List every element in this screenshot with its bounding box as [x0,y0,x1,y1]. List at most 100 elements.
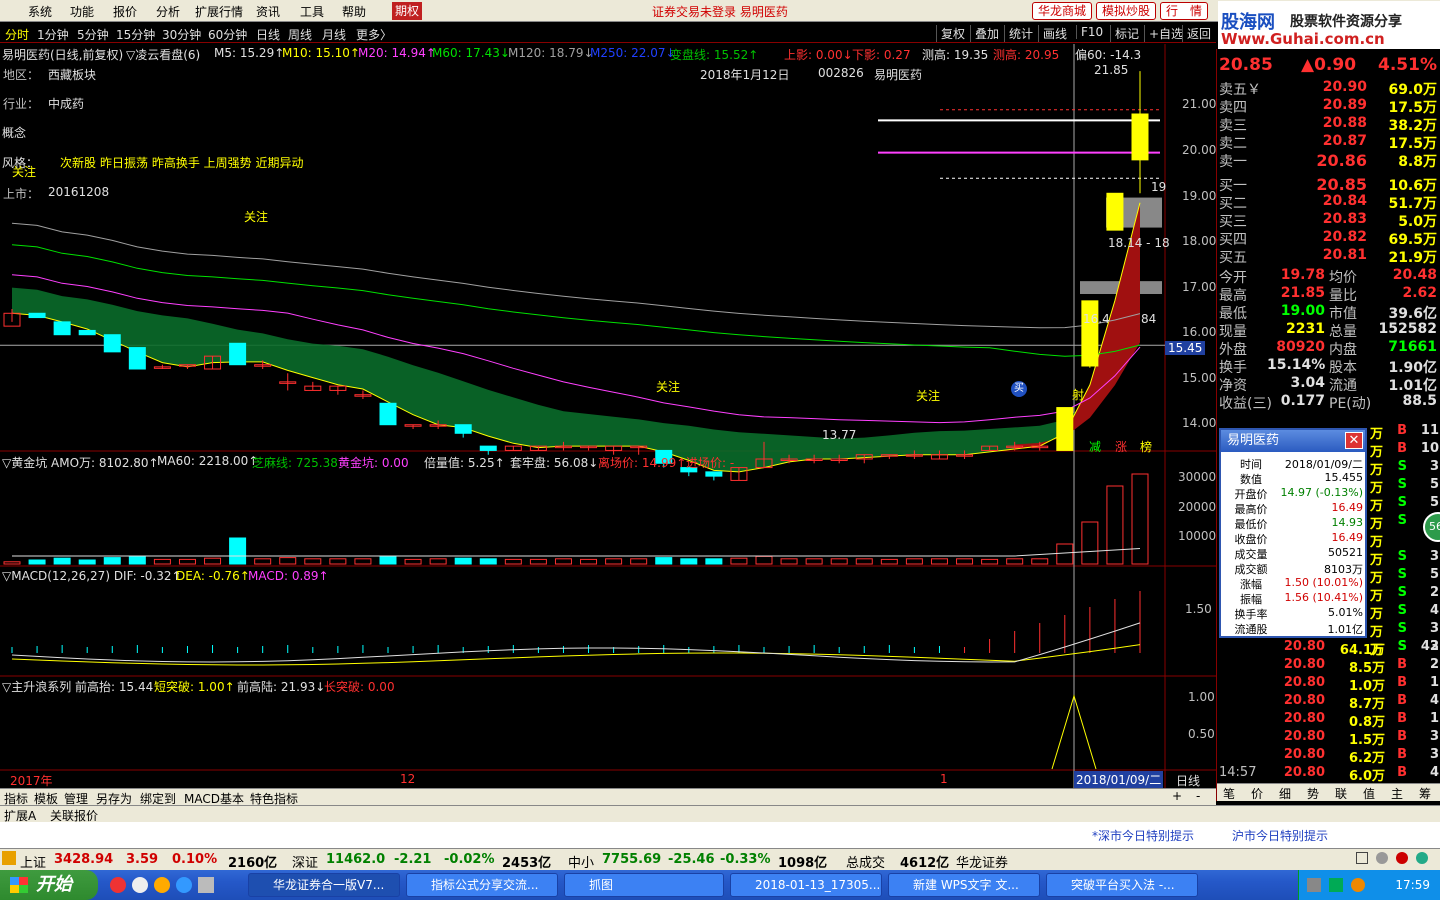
window-icon[interactable] [1356,852,1368,864]
ask-row[interactable]: 卖一 20.86 8.8万 [1217,151,1440,170]
bid-row[interactable]: 买五 20.81 21.9万 [1217,247,1440,266]
settings-icon[interactable] [1376,852,1388,864]
menu-info[interactable]: 资讯 [256,3,280,20]
zoom-in-icon[interactable]: + [1172,789,1182,803]
period-60min[interactable]: 60分钟 [208,26,247,43]
menu-analysis[interactable]: 分析 [156,3,180,20]
rise-label: 涨 [1115,440,1128,454]
task-breakout[interactable]: 突破平台买入法 -... [1046,873,1198,897]
close-icon[interactable]: ✕ [1345,432,1363,449]
popup-key: 成交量 [1234,548,1268,561]
tab-value[interactable]: 值 [1363,785,1375,802]
price-tick: 17.00 [1182,280,1217,294]
market-button[interactable]: 行 情 [1160,2,1209,20]
tab-detail[interactable]: 细 [1279,785,1291,802]
sz-notice[interactable]: *深市今日特别提示 [1092,827,1194,844]
mall-button[interactable]: 华龙商城 [1032,2,1093,20]
sme-label[interactable]: 中小 [568,852,594,871]
back-button[interactable]: 返回 [1182,25,1211,42]
menu-help[interactable]: 帮助 [342,3,366,20]
tick-row[interactable]: 20.80 1.5万 B 3 [1217,729,1440,748]
task-hualong[interactable]: 华龙证券合一版V7... [248,873,400,897]
volume-bar [981,558,999,565]
side-tick-unit: 万 [1369,463,1383,478]
period-intraday[interactable]: 分时 [5,26,29,43]
indicator-name[interactable]: ▽凌云看盘(6) [126,46,200,63]
menu-function[interactable]: 功能 [70,3,94,20]
ask-row[interactable]: 卖二 20.87 17.5万 [1217,133,1440,152]
bid-row[interactable]: 买二 20.84 51.7万 [1217,193,1440,212]
tab-main[interactable]: 主 [1391,785,1403,802]
tab-trend[interactable]: 势 [1307,785,1319,802]
sh-label[interactable]: 上证 [20,852,46,871]
chrome-icon[interactable] [110,877,126,893]
tick-row[interactable]: 20.80 8.5万 B 2 [1217,657,1440,676]
ask-volume: 17.5万 [1388,100,1437,116]
task-wps[interactable]: 新建 WPS文字 文... [888,873,1040,897]
bid-label: 买四 [1219,232,1247,248]
browser-icon[interactable] [154,877,170,893]
add-watchlist-button[interactable]: +自选 [1144,25,1183,42]
task-image[interactable]: 2018-01-13_17305... [730,873,882,897]
draw-button[interactable]: 画线 [1038,25,1067,42]
network-icon[interactable] [1351,878,1365,892]
period-more[interactable]: 更多〉 [356,26,392,43]
tool-icon[interactable] [198,877,214,893]
side-tick-unit: 万 [1369,643,1383,658]
shield-icon[interactable] [1329,878,1343,892]
media-icon[interactable] [132,877,148,893]
tick-row[interactable]: 20.80 8.7万 B 4 [1217,693,1440,712]
period-daily[interactable]: 日线 [256,26,280,43]
sz-label[interactable]: 深证 [292,852,318,871]
menu-tools[interactable]: 工具 [300,3,324,20]
alert-icon[interactable] [1396,852,1408,864]
bid-row[interactable]: 买四 20.82 69.5万 [1217,229,1440,248]
mark-button[interactable]: 标记 [1110,25,1139,42]
period-5min[interactable]: 5分钟 [77,26,109,43]
sh-notice[interactable]: 沪市今日特别提示 [1232,827,1328,844]
period-1min[interactable]: 1分钟 [37,26,69,43]
menu-system[interactable]: 系统 [28,3,52,20]
tab-tick[interactable]: 笔 [1223,785,1235,802]
period-30min[interactable]: 30分钟 [162,26,201,43]
tick-row[interactable]: 20.80 6.2万 B 3 [1217,747,1440,766]
tick-side: B [1397,711,1407,726]
menu-options[interactable]: 期权 [392,2,422,20]
tick-row[interactable]: 14:57 20.80 6.0万 B 4 [1217,765,1440,784]
data-popup[interactable]: 易明医药 ✕ 时间 2018/01/09/二 数值 15.455 开盘价 14.97 (-0… [1219,428,1367,638]
sme-amount: 1098亿 [778,856,828,871]
period-monthly[interactable]: 月线 [322,26,346,43]
period-15min[interactable]: 15分钟 [116,26,155,43]
tab-chips[interactable]: 筹 [1419,785,1431,802]
cursor-price-tag: 15.45 [1165,341,1206,355]
volume-bar [178,558,196,565]
tab-linked[interactable]: 联 [1335,785,1347,802]
popup-key: 流通股 [1234,623,1268,636]
f10-button[interactable]: F10 [1076,25,1103,39]
task-formula[interactable]: 指标公式分享交流... [406,873,558,897]
period-weekly[interactable]: 周线 [288,26,312,43]
task-capture[interactable]: 抓图 [564,873,724,897]
ask-row[interactable]: 卖四 20.89 17.5万 [1217,97,1440,116]
connect-icon[interactable] [1416,852,1428,864]
windows-logo-icon [10,877,28,893]
zoom-out-icon[interactable]: - [1196,789,1200,803]
restore-right-button[interactable]: 复权 [936,25,965,42]
cursor-date: 2018/01/09/二 [1074,771,1164,788]
overlay-button[interactable]: 叠加 [970,25,999,42]
amo-header: ▽黄金坑 AMO万: 8102.80↑ [2,456,159,470]
sim-trade-button[interactable]: 模拟炒股 [1096,2,1157,20]
tick-row[interactable]: 20.80 0.8万 B 1 [1217,711,1440,730]
ask-row[interactable]: 卖五￥ 20.90 69.0万 [1217,79,1440,98]
keyboard-icon[interactable] [1307,878,1321,892]
menu-quote[interactable]: 报价 [113,3,137,20]
tick-row[interactable]: 20.80 1.0万 B 1 [1217,675,1440,694]
bid-row[interactable]: 买一 20.85 10.6万 [1217,175,1440,194]
ask-row[interactable]: 卖三 20.88 38.2万 [1217,115,1440,134]
bid-row[interactable]: 买三 20.83 5.0万 [1217,211,1440,230]
stats-button[interactable]: 统计 [1004,25,1033,42]
tab-price[interactable]: 价 [1251,785,1263,802]
menu-ext-market[interactable]: 扩展行情 [195,3,243,20]
ie-icon[interactable] [176,877,192,893]
popup-key: 开盘价 [1234,488,1268,501]
